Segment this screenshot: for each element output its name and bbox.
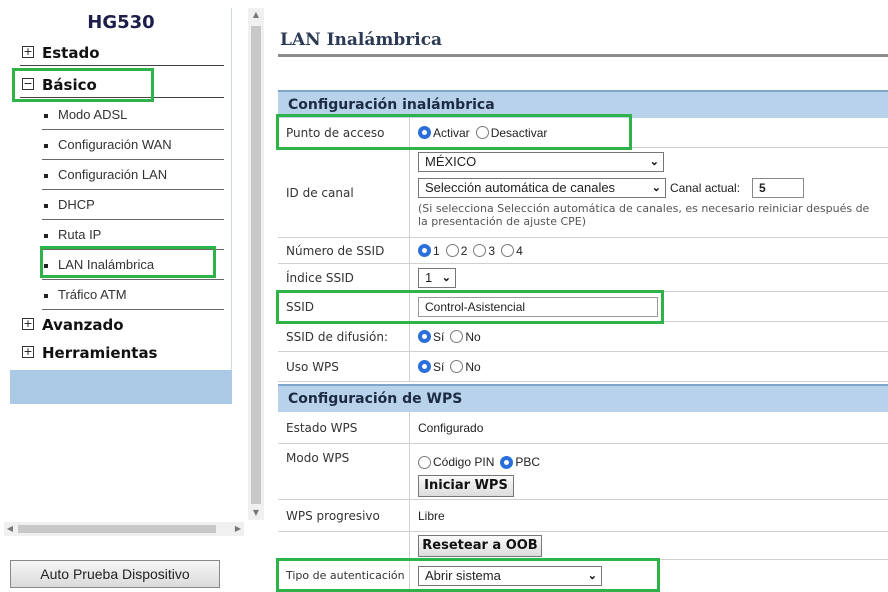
wps-progress-label: WPS progresivo — [278, 500, 410, 531]
nav-section-avanzado[interactable]: + Avanzado — [20, 312, 224, 338]
scroll-left-icon[interactable]: ◀ — [4, 522, 16, 536]
channel-label: ID de canal — [278, 148, 410, 237]
radio-wps-yes[interactable] — [418, 360, 431, 373]
channel-controls: MÉXICO ⌄ Selección automática de canales… — [418, 148, 888, 237]
horizontal-scrollbar[interactable]: ◀ ▶ — [4, 522, 244, 536]
start-wps-button[interactable]: Iniciar WPS — [418, 475, 514, 497]
scroll-up-icon[interactable]: ▲ — [248, 8, 264, 22]
highlight-access-point — [276, 114, 632, 150]
wps-config-header: Configuración de WPS — [278, 384, 888, 412]
wps-use-label: Uso WPS — [278, 352, 410, 381]
ssid-count-options: 1 2 3 4 — [418, 238, 888, 263]
option-wps-pbc: PBC — [515, 455, 541, 469]
wps-state-value: Configurado — [418, 420, 484, 435]
nav-item-configuracion-wan[interactable]: Configuración WAN — [42, 130, 224, 160]
option-wps-pin: Código PIN — [433, 455, 495, 469]
auto-test-button[interactable]: Auto Prueba Dispositivo — [10, 560, 220, 588]
radio-broadcast-no[interactable] — [450, 330, 464, 343]
broadcast-row: SSID de difusión: Sí No — [278, 322, 888, 352]
wps-mode-row: Modo WPS Código PIN PBC — [278, 444, 888, 472]
expand-icon[interactable]: + — [22, 46, 34, 58]
expand-icon[interactable]: + — [22, 346, 34, 358]
nav-menu: HG530 + Estado − Básico Modo ADSL Config… — [10, 8, 232, 370]
option-broadcast-no: No — [465, 329, 481, 344]
nav-item-modo-adsl[interactable]: Modo ADSL — [42, 100, 224, 130]
channel-value: Selección automática de canales — [425, 180, 616, 195]
highlight-ssid — [276, 290, 664, 324]
radio-ssid-4[interactable] — [501, 244, 515, 257]
nav-item-trafico-atm[interactable]: Tráfico ATM — [42, 280, 224, 310]
radio-ssid-2[interactable] — [445, 244, 459, 257]
wps-mode-label: Modo WPS — [278, 444, 410, 472]
ssid-count-row: Número de SSID 1 2 3 4 — [278, 238, 888, 264]
chevron-down-icon: ⌄ — [441, 271, 451, 284]
nav-item-dhcp[interactable]: DHCP — [42, 190, 224, 220]
expand-icon[interactable]: + — [22, 318, 34, 330]
wps-state-label: Estado WPS — [278, 412, 410, 443]
wps-use-options: Sí No — [418, 352, 888, 381]
nav-section-herramientas[interactable]: + Herramientas — [20, 340, 224, 366]
reset-row — [278, 532, 888, 560]
model-title: HG530 — [87, 12, 155, 33]
option-wps-yes: Sí — [433, 359, 445, 374]
ssid-index-control: 1 ⌄ — [418, 264, 888, 291]
option-ssid-1: 1 — [433, 243, 440, 258]
radio-ssid-1[interactable] — [418, 244, 431, 257]
scroll-right-icon[interactable]: ▶ — [232, 522, 244, 536]
country-select[interactable]: MÉXICO ⌄ — [418, 152, 664, 172]
option-ssid-3: 3 — [488, 243, 496, 258]
current-channel-label: Canal actual: — [670, 181, 741, 195]
broadcast-options: Sí No — [418, 322, 888, 351]
wps-mode-options: Código PIN PBC — [418, 444, 888, 472]
empty-label-cell — [278, 472, 410, 499]
current-channel-field: 5 — [752, 178, 804, 198]
channel-select[interactable]: Selección automática de canales ⌄ — [418, 178, 666, 198]
title-divider — [278, 54, 888, 57]
ssid-count-label: Número de SSID — [278, 238, 410, 263]
radio-ssid-3[interactable] — [473, 244, 487, 257]
scroll-down-icon[interactable]: ▼ — [248, 506, 264, 520]
ssid-index-value: 1 — [425, 269, 433, 285]
wps-progress-row: WPS progresivo Libre — [278, 500, 888, 532]
page-title: LAN Inalámbrica — [280, 30, 443, 50]
channel-row: ID de canal MÉXICO ⌄ Selección automátic… — [278, 148, 888, 238]
wps-start-row — [278, 472, 888, 500]
radio-wps-pin[interactable] — [418, 455, 431, 469]
radio-wps-pbc[interactable] — [500, 455, 514, 469]
highlight-basico — [12, 68, 154, 102]
nav-section-estado[interactable]: + Estado — [20, 40, 224, 66]
radio-broadcast-yes[interactable] — [418, 330, 431, 343]
ssid-index-label: Índice SSID — [278, 264, 410, 291]
empty-label-cell — [278, 532, 410, 559]
option-wps-no: No — [465, 359, 481, 374]
country-value: MÉXICO — [425, 154, 477, 169]
scrollbar-thumb[interactable] — [18, 525, 216, 533]
chevron-down-icon: ⌄ — [651, 182, 661, 194]
nav-section-label: Avanzado — [42, 316, 124, 334]
option-broadcast-yes: Sí — [433, 329, 445, 344]
wps-progress-value: Libre — [418, 508, 445, 523]
wps-use-row: Uso WPS Sí No — [278, 352, 888, 382]
highlight-auth-type — [276, 558, 660, 592]
option-ssid-4: 4 — [516, 243, 523, 258]
vertical-scrollbar[interactable]: ▲ ▼ — [248, 8, 264, 520]
nav-section-label: Herramientas — [42, 344, 158, 362]
scrollbar-thumb[interactable] — [251, 26, 261, 504]
nav-item-configuracion-lan[interactable]: Configuración LAN — [42, 160, 224, 190]
ssid-index-row: Índice SSID 1 ⌄ — [278, 264, 888, 292]
chevron-down-icon: ⌄ — [649, 156, 659, 168]
channel-note: (Si selecciona Selección automática de c… — [418, 202, 870, 228]
highlight-lan-inalambrica — [40, 246, 216, 278]
reset-oob-button[interactable]: Resetear a OOB — [418, 535, 542, 557]
wps-state-row: Estado WPS Configurado — [278, 412, 888, 444]
broadcast-label: SSID de difusión: — [278, 322, 410, 351]
option-ssid-2: 2 — [460, 243, 468, 258]
ssid-index-select[interactable]: 1 ⌄ — [418, 267, 456, 288]
nav-section-label: Estado — [42, 44, 100, 62]
radio-wps-no[interactable] — [450, 360, 464, 373]
